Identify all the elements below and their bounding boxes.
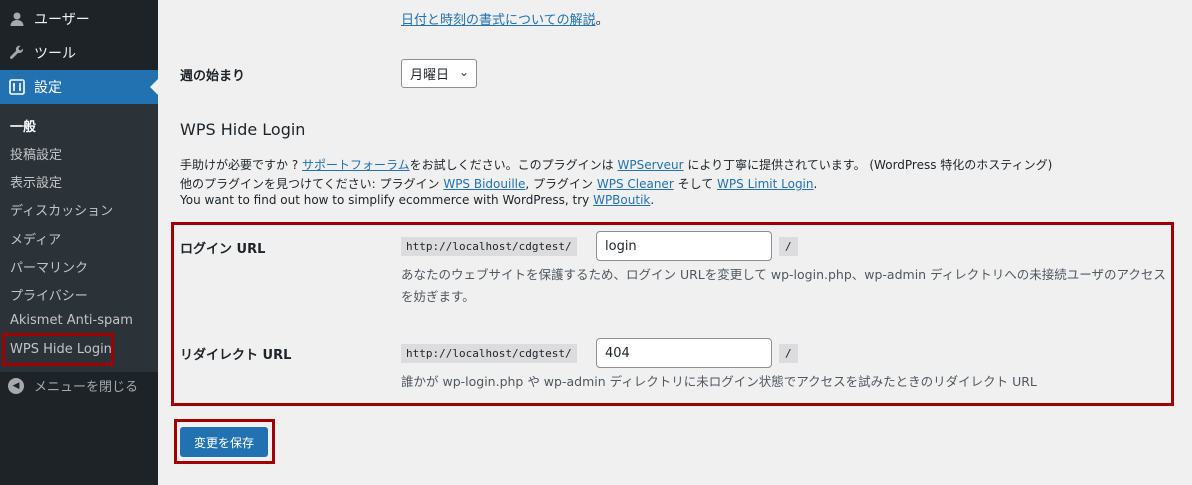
menu-item-label: ツール — [34, 46, 76, 62]
submenu-item-akismet[interactable]: Akismet Anti-spam — [10, 313, 133, 328]
support-forum-link[interactable]: サポートフォーラム — [302, 158, 410, 172]
submenu-item-discussion[interactable]: ディスカッション — [10, 200, 113, 219]
wpboutik-link[interactable]: WPBoutik — [593, 193, 650, 207]
wpserveur-link[interactable]: WPServeur — [617, 158, 683, 172]
desc-text: You want to find out how to simplify eco… — [180, 193, 594, 207]
desc-text: 他のプラグインを見つけてください: プラグイン — [180, 177, 444, 191]
submenu-item-privacy[interactable]: プライバシー — [10, 285, 88, 304]
submenu-item-reading[interactable]: 表示設定 — [10, 172, 62, 191]
collapse-label: メニューを閉じる — [34, 380, 139, 395]
submenu-item-media[interactable]: メディア — [10, 229, 61, 248]
login-url-help: あなたのウェブサイトを保護するため、ログイン URLを変更して wp-login… — [401, 267, 1166, 304]
login-url-input[interactable] — [596, 231, 772, 261]
submenu-item-permalinks[interactable]: パーマリンク — [10, 257, 88, 276]
highlight-box — [2, 333, 114, 366]
admin-sidebar: ユーザー ツール 設定 一般 投稿設定 表示設定 ディスカッション メディア パ… — [0, 0, 158, 485]
wps-limit-login-link[interactable]: WPS Limit Login — [717, 177, 813, 191]
menu-item-label: ユーザー — [34, 12, 90, 28]
datetime-doc: 日付と時刻の書式についての解説。 — [401, 9, 609, 28]
settings-icon — [8, 78, 26, 96]
week-start-label: 週の始まり — [180, 69, 246, 84]
description-line-1: 手助けが必要ですか ? サポートフォーラムをお試しください。このプラグインは W… — [180, 156, 1052, 173]
redirect-url-help: 誰かが wp-login.php や wp-admin ディレクトリに未ログイン… — [401, 374, 1037, 389]
save-button[interactable]: 変更を保存 — [180, 427, 268, 457]
login-url-suffix: / — [779, 237, 798, 256]
desc-text: をお試しください。このプラグインは — [409, 158, 618, 172]
settings-content: 日付と時刻の書式についての解説。 週の始まり 月曜日 ⌄ WPS Hide Lo… — [158, 0, 1192, 485]
menu-item-tools[interactable]: ツール — [0, 36, 158, 70]
submenu-item-general[interactable]: 一般 — [10, 116, 36, 135]
redirect-url-prefix: http://localhost/cdgtest/ — [401, 344, 577, 363]
menu-item-settings[interactable]: 設定 — [0, 70, 158, 104]
week-start-select[interactable]: 月曜日 ⌄ — [401, 59, 477, 88]
week-start-value: 月曜日 — [410, 68, 450, 83]
wps-cleaner-link[interactable]: WPS Cleaner — [597, 177, 674, 191]
desc-text: により丁寧に提供されています。 (WordPress 特化のホスティング) — [683, 158, 1053, 172]
desc-text: , プラグイン — [525, 177, 597, 191]
collapse-icon: ◀ — [8, 377, 24, 394]
user-icon — [8, 10, 26, 28]
section-title: WPS Hide Login — [180, 120, 306, 139]
login-url-label: ログイン URL — [180, 242, 266, 257]
menu-item-users[interactable]: ユーザー — [0, 2, 158, 36]
desc-text: そして — [673, 177, 718, 191]
redirect-url-suffix: / — [779, 344, 798, 363]
datetime-doc-link[interactable]: 日付と時刻の書式についての解説 — [401, 13, 596, 28]
datetime-doc-suffix: 。 — [595, 13, 609, 28]
wrench-icon — [8, 44, 26, 62]
description-line-2: 他のプラグインを見つけてください: プラグイン WPS Bidouille, プ… — [180, 175, 817, 192]
redirect-url-label: リダイレクト URL — [180, 348, 292, 363]
login-url-prefix: http://localhost/cdgtest/ — [401, 237, 577, 256]
submenu-item-writing[interactable]: 投稿設定 — [10, 144, 62, 163]
desc-text: 手助けが必要ですか ? — [180, 158, 302, 172]
redirect-url-input[interactable] — [596, 338, 772, 368]
description-line-3: You want to find out how to simplify eco… — [180, 193, 654, 207]
desc-text: . — [650, 193, 655, 207]
menu-item-label: 設定 — [34, 80, 62, 96]
collapse-menu-button[interactable]: ◀ メニューを閉じる — [8, 376, 138, 395]
desc-text: . — [813, 177, 818, 191]
wps-bidouille-link[interactable]: WPS Bidouille — [443, 177, 525, 191]
chevron-down-icon: ⌄ — [458, 65, 469, 79]
